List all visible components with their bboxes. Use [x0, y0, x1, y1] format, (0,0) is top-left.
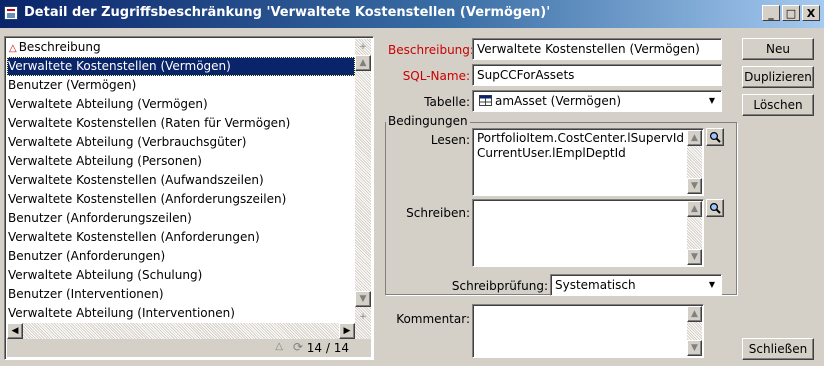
- schliessen-button[interactable]: Schließen: [742, 338, 814, 360]
- window-title: Detail der Zugriffsbeschränkung 'Verwalt…: [24, 5, 551, 20]
- column-header-beschreibung[interactable]: △ Beschreibung: [7, 39, 355, 55]
- lesen-scrollbar[interactable]: ▲ ▼: [687, 130, 702, 194]
- window-controls: _ □ X: [762, 5, 820, 21]
- minimize-button[interactable]: _: [762, 5, 780, 21]
- scroll-down-button[interactable]: ▼: [355, 291, 371, 307]
- list-item[interactable]: Verwaltete Abteilung (Schulung): [7, 266, 355, 285]
- list-item[interactable]: Verwaltete Abteilung (Interventionen): [7, 304, 355, 323]
- table-icon: [479, 95, 492, 106]
- title-bar[interactable]: Detail der Zugriffsbeschränkung 'Verwalt…: [0, 0, 824, 28]
- scroll-up-button[interactable]: ▲: [687, 130, 702, 146]
- schreibpruefung-label: Schreibprüfung:: [451, 279, 548, 293]
- list-item[interactable]: Verwaltete Kostenstellen (Vermögen): [7, 57, 355, 76]
- scroll-down-button[interactable]: ▼: [687, 340, 702, 356]
- list-item[interactable]: Benutzer (Interventionen): [7, 285, 355, 304]
- schreibpruefung-value: Systematisch: [555, 278, 636, 292]
- filter-icon[interactable]: △: [275, 341, 283, 352]
- sort-ascending-icon: △: [9, 43, 17, 54]
- bedingungen-title: Bedingungen: [386, 114, 470, 128]
- list-item[interactable]: Verwaltete Kostenstellen (Anforderungen): [7, 228, 355, 247]
- detail-window: Detail der Zugriffsbeschränkung 'Verwalt…: [0, 0, 824, 366]
- tabelle-label: Tabelle:: [424, 95, 470, 109]
- column-header-label: Beschreibung: [18, 40, 101, 54]
- close-button[interactable]: X: [802, 5, 820, 21]
- kommentar-label: Kommentar:: [396, 312, 470, 326]
- schreiben-scrollbar[interactable]: ▲ ▼: [687, 201, 702, 265]
- magnifier-icon: [709, 202, 721, 214]
- list-item[interactable]: Benutzer (Anforderungszeilen): [7, 209, 355, 228]
- maximize-button[interactable]: □: [782, 5, 800, 21]
- list-status-bar: △ ⟳ 14 / 14: [7, 339, 371, 357]
- list-item[interactable]: Verwaltete Abteilung (Personen): [7, 152, 355, 171]
- magnifier-icon: [709, 131, 721, 143]
- scroll-right-button[interactable]: ▶: [339, 323, 355, 339]
- add-column-icon[interactable]: +: [355, 309, 371, 325]
- sqlname-label: SQL-Name:: [402, 69, 470, 83]
- beschreibung-field[interactable]: Verwaltete Kostenstellen (Vermögen): [472, 38, 722, 60]
- schreibpruefung-select[interactable]: Systematisch ▼: [550, 274, 722, 296]
- schreiben-field[interactable]: [472, 199, 704, 267]
- lesen-label: Lesen:: [430, 133, 470, 147]
- scroll-down-button[interactable]: ▼: [687, 249, 702, 265]
- list-item[interactable]: Verwaltete Kostenstellen (Raten für Verm…: [7, 114, 355, 133]
- list-horizontal-scrollbar[interactable]: ◀ ▶: [7, 323, 355, 339]
- chevron-down-icon[interactable]: ▼: [705, 93, 719, 109]
- tabelle-select[interactable]: amAsset (Vermögen) ▼: [472, 90, 722, 112]
- loeschen-button[interactable]: Löschen: [742, 94, 814, 116]
- kommentar-field[interactable]: [472, 304, 704, 358]
- duplizieren-button[interactable]: Duplizieren: [742, 66, 814, 88]
- neu-button[interactable]: Neu: [742, 38, 814, 60]
- list-item[interactable]: Verwaltete Abteilung (Vermögen): [7, 95, 355, 114]
- scroll-down-button[interactable]: ▼: [687, 178, 702, 194]
- record-count: 14 / 14: [306, 341, 349, 355]
- refresh-icon[interactable]: ⟳: [293, 340, 303, 354]
- scroll-up-button[interactable]: ▲: [687, 201, 702, 217]
- tabelle-value: amAsset (Vermögen): [495, 94, 622, 108]
- restriction-list[interactable]: △ Beschreibung Verwaltete Kostenstellen (…: [4, 36, 374, 360]
- lesen-field[interactable]: PortfolioItem.CostCenter.lSupervId = Cur…: [472, 128, 704, 196]
- list-vertical-scrollbar[interactable]: + ▲ ▼ +: [355, 39, 371, 339]
- column-config-icon[interactable]: +: [355, 39, 371, 55]
- list-rows: Verwaltete Kostenstellen (Vermögen) Benu…: [7, 57, 355, 323]
- schreiben-label: Schreiben:: [406, 206, 470, 220]
- lesen-zoom-button[interactable]: [706, 128, 724, 146]
- list-item[interactable]: Verwaltete Kostenstellen (Aufwandszeilen…: [7, 171, 355, 190]
- list-body: △ Beschreibung Verwaltete Kostenstellen (…: [7, 39, 371, 357]
- list-item[interactable]: Benutzer (Anforderungen): [7, 247, 355, 266]
- schreiben-zoom-button[interactable]: [706, 199, 724, 217]
- list-item[interactable]: Benutzer (Vermögen): [7, 76, 355, 95]
- list-item[interactable]: Verwaltete Kostenstellen (Anforderungsze…: [7, 190, 355, 209]
- app-icon: [4, 6, 18, 20]
- scroll-left-button[interactable]: ◀: [7, 323, 23, 339]
- kommentar-scrollbar[interactable]: ▲ ▼: [687, 306, 702, 356]
- beschreibung-label: Beschreibung:: [388, 43, 474, 57]
- list-item[interactable]: Verwaltete Abteilung (Verbrauchsgüter): [7, 133, 355, 152]
- chevron-down-icon[interactable]: ▼: [705, 277, 719, 293]
- scroll-up-button[interactable]: ▲: [687, 306, 702, 322]
- sqlname-field[interactable]: SupCCForAssets: [472, 64, 722, 86]
- scroll-up-button[interactable]: ▲: [355, 55, 371, 71]
